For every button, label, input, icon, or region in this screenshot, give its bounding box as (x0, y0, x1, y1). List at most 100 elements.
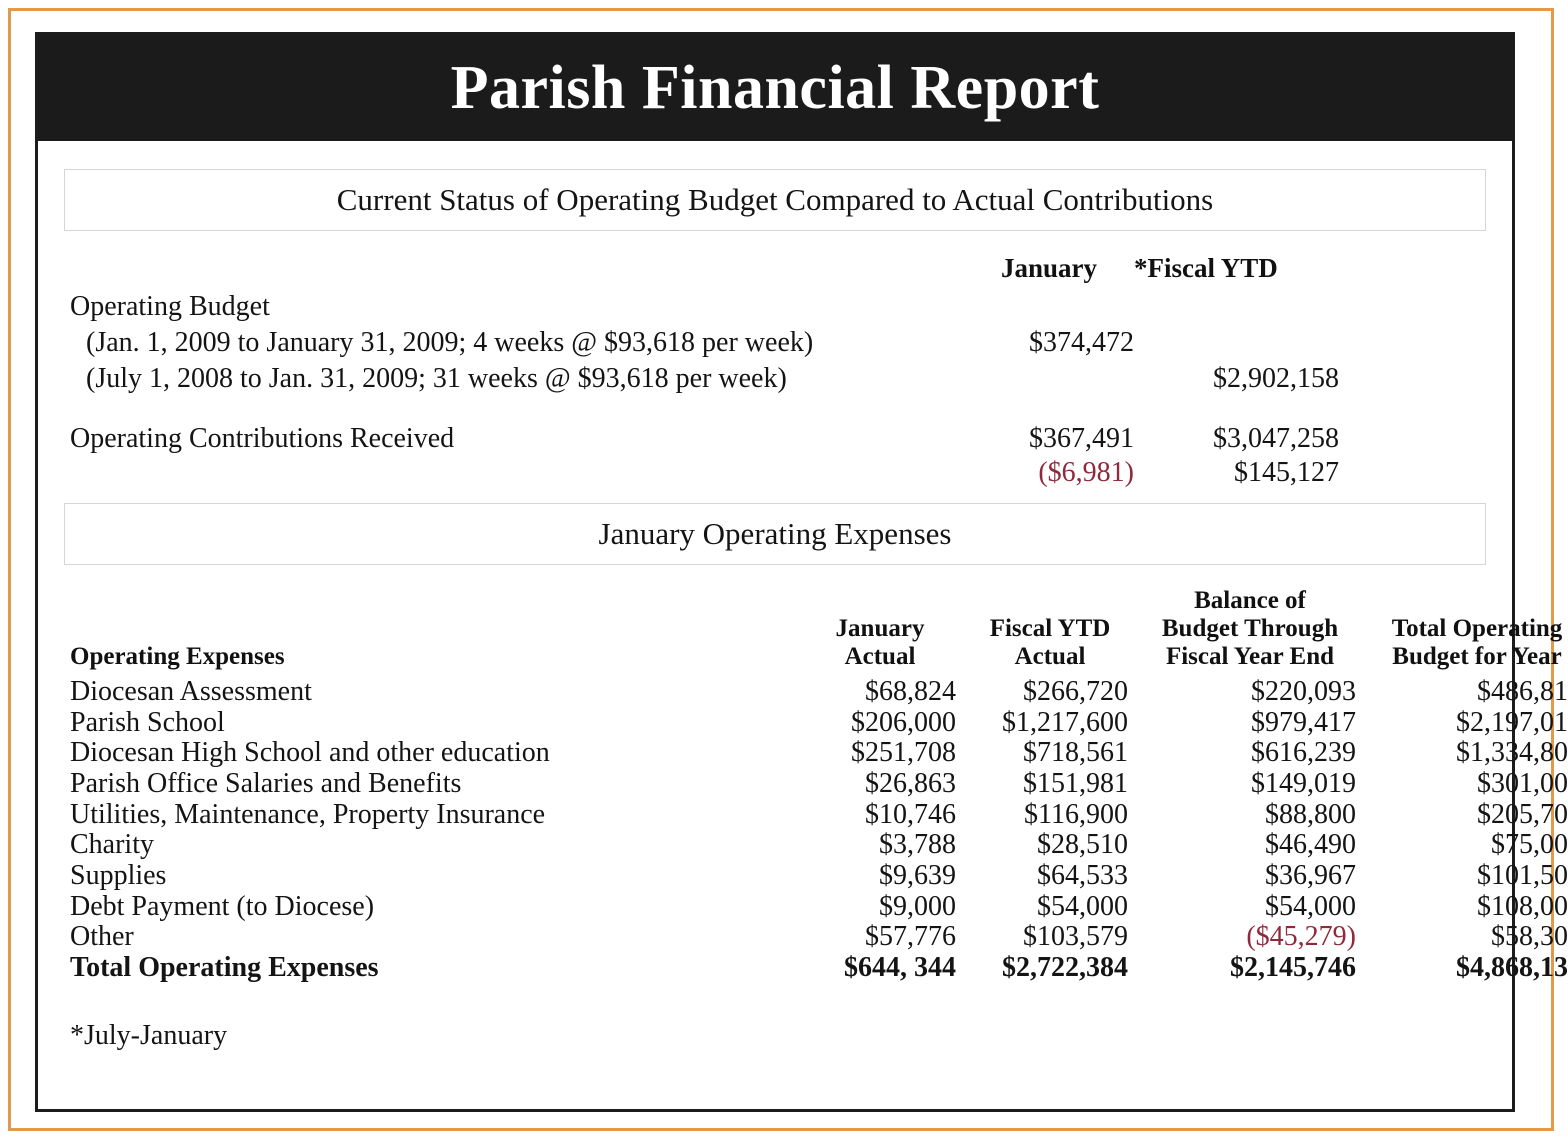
expense-balance-of-budget: $149,019 (1251, 767, 1356, 799)
expense-balance-of-budget: $54,000 (1265, 890, 1356, 922)
expense-total-budget: $2,197,017 (1456, 706, 1568, 738)
total-operating-budget: $4,868,130 (1456, 951, 1568, 983)
expense-name: Parish Office Salaries and Benefits (70, 767, 462, 799)
outer-page-frame: Parish Financial Report Current Status o… (8, 8, 1568, 1131)
budget-summary-block: January *Fiscal YTD Operating Budget (Ja… (64, 245, 1486, 488)
column-header-operating-expenses: Operating Expenses (70, 643, 285, 670)
column-header-january-actual-line2: Actual (844, 643, 916, 670)
column-header-january-actual-line1: January (835, 615, 925, 642)
total-fiscal-ytd-actual: $2,722,384 (1002, 951, 1128, 983)
table-row: Debt Payment (to Diocese) $9,000 $54,000 $5… (64, 890, 1568, 923)
expense-total-budget: $101,500 (1477, 859, 1568, 891)
table-row: Other $57,776 $103,579 ($45,279) $58,300 (64, 922, 1568, 953)
column-header-total-budget-line2: Budget for Year (1392, 643, 1562, 670)
expense-name: Charity (70, 829, 154, 861)
expense-january-actual: $26,863 (865, 767, 956, 799)
contributions-january-difference: ($6,981) (1038, 457, 1134, 488)
expense-january-actual: $251,708 (851, 737, 956, 769)
column-header-balance-line3: Fiscal Year End (1165, 643, 1335, 670)
expense-name: Other (70, 921, 134, 953)
expenses-table-head: Operating Expenses January Actual Fiscal… (64, 587, 1568, 677)
expense-january-actual: $68,824 (865, 676, 956, 707)
report-title-bar: Parish Financial Report (38, 35, 1512, 141)
column-header-january-actual: January Actual (796, 587, 964, 677)
expense-name: Utilities, Maintenance, Property Insuran… (70, 798, 546, 830)
expense-january-actual: $57,776 (865, 921, 956, 953)
table-row-total: Total Operating Expenses $644, 344 $2,722,… (64, 951, 1568, 984)
table-row: Diocesan High School and other education… (64, 738, 1568, 769)
expense-fiscal-ytd-actual: $28,510 (1037, 829, 1128, 861)
expense-january-actual: $9,639 (879, 859, 956, 891)
table-row: Supplies $9,639 $64,533 $36,967 $101,500 (64, 859, 1568, 892)
operating-contributions-label: Operating Contributions Received (70, 423, 455, 454)
budget-column-header-january: January (1000, 253, 1098, 283)
expense-fiscal-ytd-actual: $64,533 (1037, 859, 1128, 891)
operating-contributions-january-value: $367,491 (1029, 423, 1134, 454)
table-row: Utilities, Maintenance, Property Insuran… (64, 798, 1568, 831)
total-balance-of-budget: $2,145,746 (1230, 951, 1356, 983)
expense-fiscal-ytd-actual: $718,561 (1023, 737, 1128, 769)
operating-budget-fiscal-ytd-value: $2,902,158 (1213, 363, 1339, 394)
expense-balance-of-budget: $220,093 (1251, 676, 1356, 707)
contributions-fiscal-ytd-difference: $145,127 (1234, 457, 1339, 488)
expense-fiscal-ytd-actual: $54,000 (1037, 890, 1128, 922)
expenses-header-row: Operating Expenses January Actual Fiscal… (64, 587, 1568, 677)
table-row: Diocesan Assessment $68,824 $266,720 $220,0… (64, 676, 1568, 708)
expense-fiscal-ytd-actual: $266,720 (1023, 676, 1128, 707)
operating-budget-label: Operating Budget (70, 291, 270, 322)
expenses-section-heading: January Operating Expenses (598, 516, 952, 551)
expense-january-actual: $10,746 (865, 798, 956, 830)
report-footnote: *July-January (70, 1019, 228, 1051)
expense-name: Diocesan High School and other education (70, 737, 550, 769)
column-header-fiscal-ytd-actual-line1: Fiscal YTD (989, 615, 1111, 642)
expense-total-budget: $301,000 (1477, 767, 1568, 799)
column-header-balance-line2: Budget Through (1161, 615, 1339, 642)
expenses-section-header-box: January Operating Expenses (64, 503, 1486, 565)
expenses-table-body: Diocesan Assessment $68,824 $266,720 $220,0… (64, 676, 1568, 984)
report-document: Parish Financial Report Current Status o… (35, 32, 1568, 1112)
expense-name: Diocesan Assessment (70, 676, 312, 707)
table-row: Charity $3,788 $28,510 $46,490 $75,000 (64, 830, 1568, 861)
expense-fiscal-ytd-actual: $1,217,600 (1002, 706, 1128, 738)
expense-january-actual: $9,000 (879, 890, 956, 922)
expense-total-budget: $486,813 (1477, 676, 1568, 707)
expense-january-actual: $206,000 (851, 706, 956, 738)
expense-fiscal-ytd-actual: $151,981 (1023, 767, 1128, 799)
column-header-balance-line1: Balance of (1194, 587, 1306, 614)
expense-name: Debt Payment (to Diocese) (70, 890, 375, 922)
expense-total-budget: $58,300 (1491, 921, 1568, 953)
table-row: Parish School $206,000 $1,217,600 $979,417 $… (64, 706, 1568, 739)
expense-balance-of-budget: $46,490 (1265, 829, 1356, 861)
expense-total-budget: $75,000 (1491, 829, 1568, 861)
operating-budget-january-value: $374,472 (1029, 327, 1134, 358)
expense-balance-of-budget: $979,417 (1251, 706, 1356, 738)
column-header-total-operating-budget: Total Operating Budget for Year (1364, 587, 1568, 677)
expense-balance-of-budget: $616,239 (1251, 737, 1356, 769)
total-january-actual: $644, 344 (844, 951, 956, 983)
column-header-fiscal-ytd-actual: Fiscal YTD Actual (964, 587, 1136, 677)
operating-contributions-fiscal-ytd-value: $3,047,258 (1213, 423, 1339, 454)
budget-section-heading: Current Status of Operating Budget Compa… (336, 182, 1214, 217)
expense-name: Parish School (70, 706, 225, 738)
expense-fiscal-ytd-actual: $103,579 (1023, 921, 1128, 953)
column-header-balance-of-budget: Balance of Budget Through Fiscal Year En… (1136, 587, 1364, 677)
report-body: Current Status of Operating Budget Compa… (38, 169, 1568, 1052)
expense-fiscal-ytd-actual: $116,900 (1024, 798, 1128, 830)
expense-total-budget: $205,700 (1477, 798, 1568, 830)
expense-balance-of-budget: $36,967 (1265, 859, 1356, 891)
operating-budget-fiscal-detail: (July 1, 2008 to Jan. 31, 2009; 31 weeks… (86, 363, 787, 394)
expense-total-budget: $1,334,800 (1456, 737, 1568, 769)
operating-expenses-table: Operating Expenses January Actual Fiscal… (64, 587, 1568, 984)
column-header-fiscal-ytd-actual-line2: Actual (1014, 643, 1086, 670)
budget-column-header-fiscal-ytd: *Fiscal YTD (1134, 253, 1278, 283)
expense-january-actual: $3,788 (879, 829, 956, 861)
page-title: Parish Financial Report (450, 54, 1100, 122)
table-row: Parish Office Salaries and Benefits $26,8… (64, 767, 1568, 800)
column-header-total-budget-line1: Total Operating (1391, 615, 1563, 642)
operating-budget-month-detail: (Jan. 1, 2009 to January 31, 2009; 4 wee… (86, 327, 814, 358)
expense-balance-of-budget: $88,800 (1265, 798, 1356, 830)
expense-balance-of-budget: ($45,279) (1246, 921, 1356, 953)
expense-total-budget: $108,000 (1477, 890, 1568, 922)
expense-name: Supplies (70, 859, 167, 891)
total-expenses-label: Total Operating Expenses (70, 951, 379, 983)
